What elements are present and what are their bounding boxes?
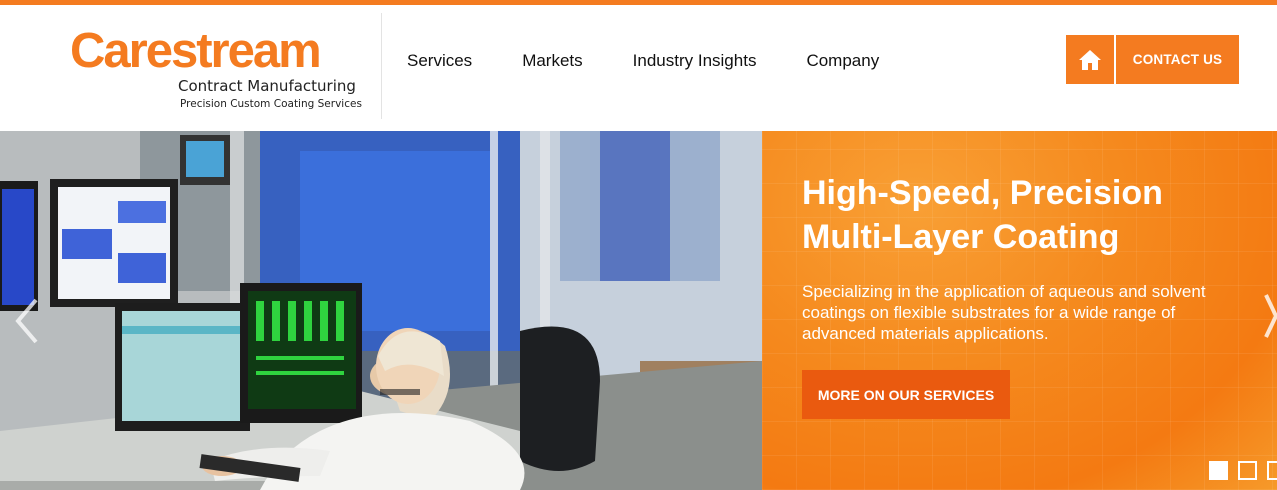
brand-subtitle: Contract Manufacturing xyxy=(178,77,356,95)
nav-item-company[interactable]: Company xyxy=(806,50,879,72)
hero-carousel: High-Speed, Precision Multi-Layer Coatin… xyxy=(0,131,1277,490)
carousel-pagination xyxy=(1209,461,1277,480)
more-on-services-button[interactable]: MORE ON OUR SERVICES xyxy=(802,370,1010,419)
header-divider xyxy=(381,13,382,119)
hero-photo xyxy=(0,131,762,490)
home-button[interactable] xyxy=(1066,35,1114,84)
carousel-dot-3[interactable] xyxy=(1267,461,1277,480)
brand-name: Carestream xyxy=(70,24,322,78)
brand-tagline: Precision Custom Coating Services xyxy=(180,98,362,110)
logo[interactable]: Carestream Contract Manufacturing Precis… xyxy=(70,23,370,123)
hero-photo-illustration xyxy=(0,131,762,490)
carousel-dot-2[interactable] xyxy=(1238,461,1257,480)
chevron-right-icon[interactable] xyxy=(1262,291,1277,341)
home-icon xyxy=(1079,49,1101,70)
hero-title: High-Speed, Precision Multi-Layer Coatin… xyxy=(802,174,1163,256)
chevron-left-icon[interactable] xyxy=(12,296,42,346)
hero-description: Specializing in the application of aqueo… xyxy=(802,282,1206,343)
main-nav: Services Markets Industry Insights Compa… xyxy=(407,50,929,72)
carousel-dot-1[interactable] xyxy=(1209,461,1228,480)
nav-item-industry-insights[interactable]: Industry Insights xyxy=(633,50,757,72)
hero-panel: High-Speed, Precision Multi-Layer Coatin… xyxy=(762,131,1277,490)
nav-item-markets[interactable]: Markets xyxy=(522,50,582,72)
contact-us-button[interactable]: CONTACT US xyxy=(1116,35,1239,84)
site-header: Carestream Contract Manufacturing Precis… xyxy=(0,5,1277,131)
nav-item-services[interactable]: Services xyxy=(407,50,472,72)
